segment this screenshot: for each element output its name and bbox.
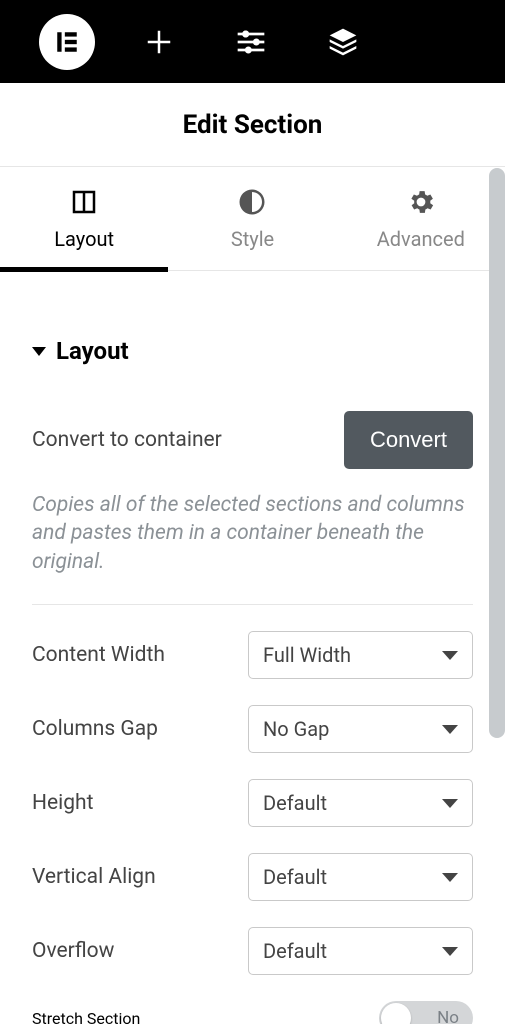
control-overflow: Overflow Default xyxy=(32,927,473,975)
control-label: Stretch Section xyxy=(32,1009,140,1024)
select-value: Default xyxy=(263,791,327,815)
top-bar xyxy=(0,0,505,83)
panel-body: Layout Convert to container Convert Copi… xyxy=(0,271,505,1024)
height-select[interactable]: Default xyxy=(248,779,473,827)
chevron-down-icon xyxy=(442,873,458,882)
control-stretch-section: Stretch Section No xyxy=(32,1001,473,1024)
overflow-select[interactable]: Default xyxy=(248,927,473,975)
select-value: Full Width xyxy=(263,643,351,667)
caret-down-icon xyxy=(32,347,46,356)
chevron-down-icon xyxy=(442,651,458,660)
divider xyxy=(32,604,473,605)
convert-button[interactable]: Convert xyxy=(344,411,473,469)
vertical-align-select[interactable]: Default xyxy=(248,853,473,901)
columns-icon xyxy=(69,187,99,217)
control-label: Columns Gap xyxy=(32,717,158,741)
scrollbar[interactable] xyxy=(489,168,505,738)
tab-layout[interactable]: Layout xyxy=(0,167,168,270)
structure-button[interactable] xyxy=(312,11,374,73)
sliders-icon xyxy=(235,26,267,58)
chevron-down-icon xyxy=(442,725,458,734)
select-value: Default xyxy=(263,865,327,889)
content-width-select[interactable]: Full Width xyxy=(248,631,473,679)
chevron-down-icon xyxy=(442,947,458,956)
control-content-width: Content Width Full Width xyxy=(32,631,473,679)
control-label: Height xyxy=(32,791,93,815)
control-vertical-align: Vertical Align Default xyxy=(32,853,473,901)
tab-style[interactable]: Style xyxy=(168,167,336,270)
elementor-logo-icon xyxy=(54,29,80,55)
elementor-logo[interactable] xyxy=(36,11,98,73)
tab-label: Advanced xyxy=(377,227,465,251)
section-toggle-layout[interactable]: Layout xyxy=(32,337,473,365)
plus-icon xyxy=(144,27,174,57)
tab-label: Style xyxy=(231,227,274,251)
control-label: Content Width xyxy=(32,643,165,667)
tabs: Layout Style Advanced xyxy=(0,167,505,271)
section-heading-label: Layout xyxy=(56,337,129,365)
convert-label: Convert to container xyxy=(32,428,222,452)
convert-help-text: Copies all of the selected sections and … xyxy=(32,491,473,576)
convert-row: Convert to container Convert xyxy=(32,411,473,469)
chevron-down-icon xyxy=(442,799,458,808)
control-label: Vertical Align xyxy=(32,865,156,889)
select-value: Default xyxy=(263,939,327,963)
tab-advanced[interactable]: Advanced xyxy=(337,167,505,270)
select-value: No Gap xyxy=(263,717,329,741)
panel-title: Edit Section xyxy=(0,83,505,167)
settings-button[interactable] xyxy=(220,11,282,73)
toggle-knob xyxy=(381,1003,411,1024)
stretch-section-toggle[interactable]: No xyxy=(379,1001,473,1024)
tab-label: Layout xyxy=(54,227,114,251)
columns-gap-select[interactable]: No Gap xyxy=(248,705,473,753)
control-height: Height Default xyxy=(32,779,473,827)
add-element-button[interactable] xyxy=(128,11,190,73)
layers-icon xyxy=(327,26,359,58)
toggle-value: No xyxy=(437,1008,459,1024)
contrast-icon xyxy=(237,187,267,217)
control-columns-gap: Columns Gap No Gap xyxy=(32,705,473,753)
control-label: Overflow xyxy=(32,939,114,963)
gear-icon xyxy=(406,187,436,217)
